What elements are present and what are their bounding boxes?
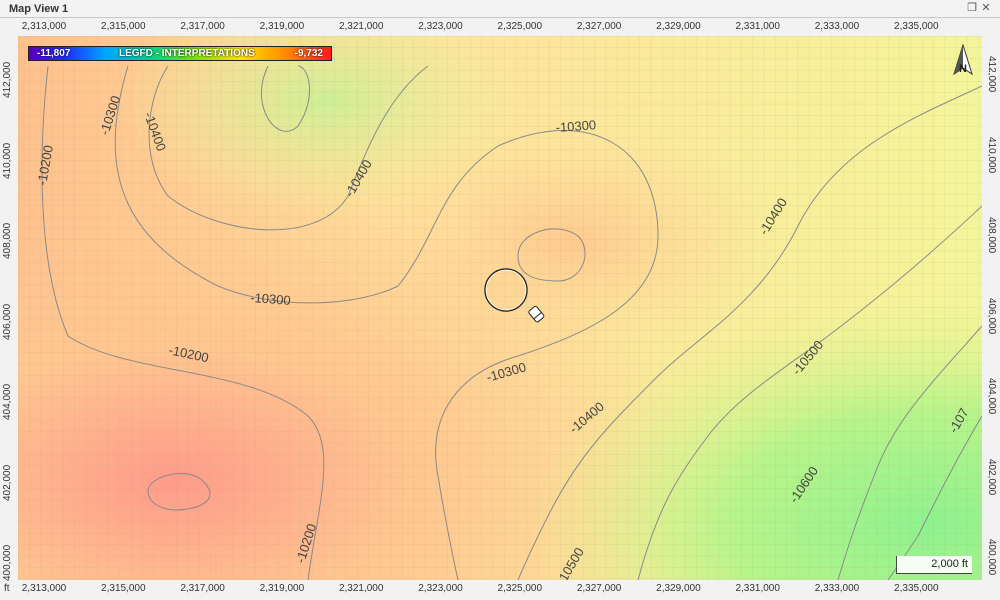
north-label: N xyxy=(959,63,967,75)
scale-bar-label: 2,000 ft xyxy=(931,558,968,570)
x-tick-label: 2,317,000 xyxy=(180,21,225,32)
unit-label: ft xyxy=(4,583,10,594)
window-title: Map View 1 xyxy=(9,3,69,15)
x-tick-label: 2,331,000 xyxy=(735,583,780,594)
y-tick-label: 404,000 xyxy=(2,383,13,420)
x-tick-label: 2,335,000 xyxy=(894,21,939,32)
y-tick-label: 406,000 xyxy=(2,303,13,340)
x-tick-label: 2,315,000 xyxy=(101,21,146,32)
x-tick-label: 2,325,000 xyxy=(497,583,543,594)
map-canvas[interactable]: -10300 -10400 -10200 -10400 -10300 -1030… xyxy=(18,36,982,580)
x-axis-bottom: 2,313,000 2,315,000 2,317,000 2,319,000 2,32… xyxy=(18,580,982,598)
x-tick-label: 2,329,000 xyxy=(656,21,701,32)
north-arrow-icon: N xyxy=(953,44,973,76)
window-titlebar: Map View 1 ❐ ✕ xyxy=(0,0,1000,18)
x-tick-label: 2,331,000 xyxy=(735,21,780,32)
x-tick-label: 2,325,000 xyxy=(497,21,543,32)
y-tick-label: 402,000 xyxy=(2,464,13,501)
y-axis-left: 412,000 410,000 408,000 406,000 404,000 402,0… xyxy=(0,36,18,581)
y-tick-label: 402,000 xyxy=(986,458,997,495)
x-tick-label: 2,327,000 xyxy=(576,21,622,32)
x-tick-label: 2,329,000 xyxy=(656,583,701,594)
x-tick-label: 2,335,000 xyxy=(894,583,939,594)
contour-label: -10300 xyxy=(250,290,291,308)
y-tick-label: 410,000 xyxy=(2,142,13,179)
x-tick-label: 2,321,000 xyxy=(338,583,384,594)
legend-max: -9,732 xyxy=(294,48,323,59)
close-icon[interactable]: ✕ xyxy=(980,2,992,14)
y-tick-label: 406,000 xyxy=(986,297,997,334)
x-tick-label: 2,321,000 xyxy=(338,21,384,32)
x-tick-label: 2,319,000 xyxy=(259,21,305,32)
y-tick-label: 404,000 xyxy=(986,378,997,415)
x-tick-label: 2,319,000 xyxy=(259,583,305,594)
y-tick-label: 408,000 xyxy=(986,217,997,254)
y-tick-label: 412,000 xyxy=(986,56,997,93)
x-tick-label: 2,327,000 xyxy=(576,583,622,594)
y-tick-label: 410,000 xyxy=(986,136,997,173)
y-tick-label: 408,000 xyxy=(2,222,13,259)
restore-icon[interactable]: ❐ xyxy=(966,2,978,14)
x-axis-top: 2,313,000 2,315,000 2,317,000 2,319,000 2,32… xyxy=(18,18,982,36)
legend-title: LEGFD - INTERPRETATIONS xyxy=(119,48,255,59)
x-tick-label: 2,333,000 xyxy=(814,583,860,594)
x-tick-label: 2,315,000 xyxy=(101,583,146,594)
scale-bar: 2,000 ft xyxy=(896,556,972,574)
y-tick-label: 400,000 xyxy=(986,539,997,576)
x-tick-label: 2,313,000 xyxy=(21,21,67,32)
y-tick-label: 412,000 xyxy=(2,61,13,98)
x-tick-label: 2,333,000 xyxy=(814,21,860,32)
y-axis-right: 412,000 410,000 408,000 406,000 404,000 402,0… xyxy=(982,36,1000,580)
contour-label: -10300 xyxy=(555,117,596,135)
x-tick-label: 2,317,000 xyxy=(180,583,225,594)
x-tick-label: 2,323,000 xyxy=(418,21,463,32)
color-legend[interactable]: -11,807 LEGFD - INTERPRETATIONS -9,732 xyxy=(28,46,332,61)
legend-min: -11,807 xyxy=(37,48,71,59)
y-tick-label: 400,000 xyxy=(2,544,13,581)
x-tick-label: 2,313,000 xyxy=(21,583,67,594)
map-surface[interactable]: -10300 -10400 -10200 -10400 -10300 -1030… xyxy=(18,36,982,580)
x-tick-label: 2,323,000 xyxy=(418,583,463,594)
